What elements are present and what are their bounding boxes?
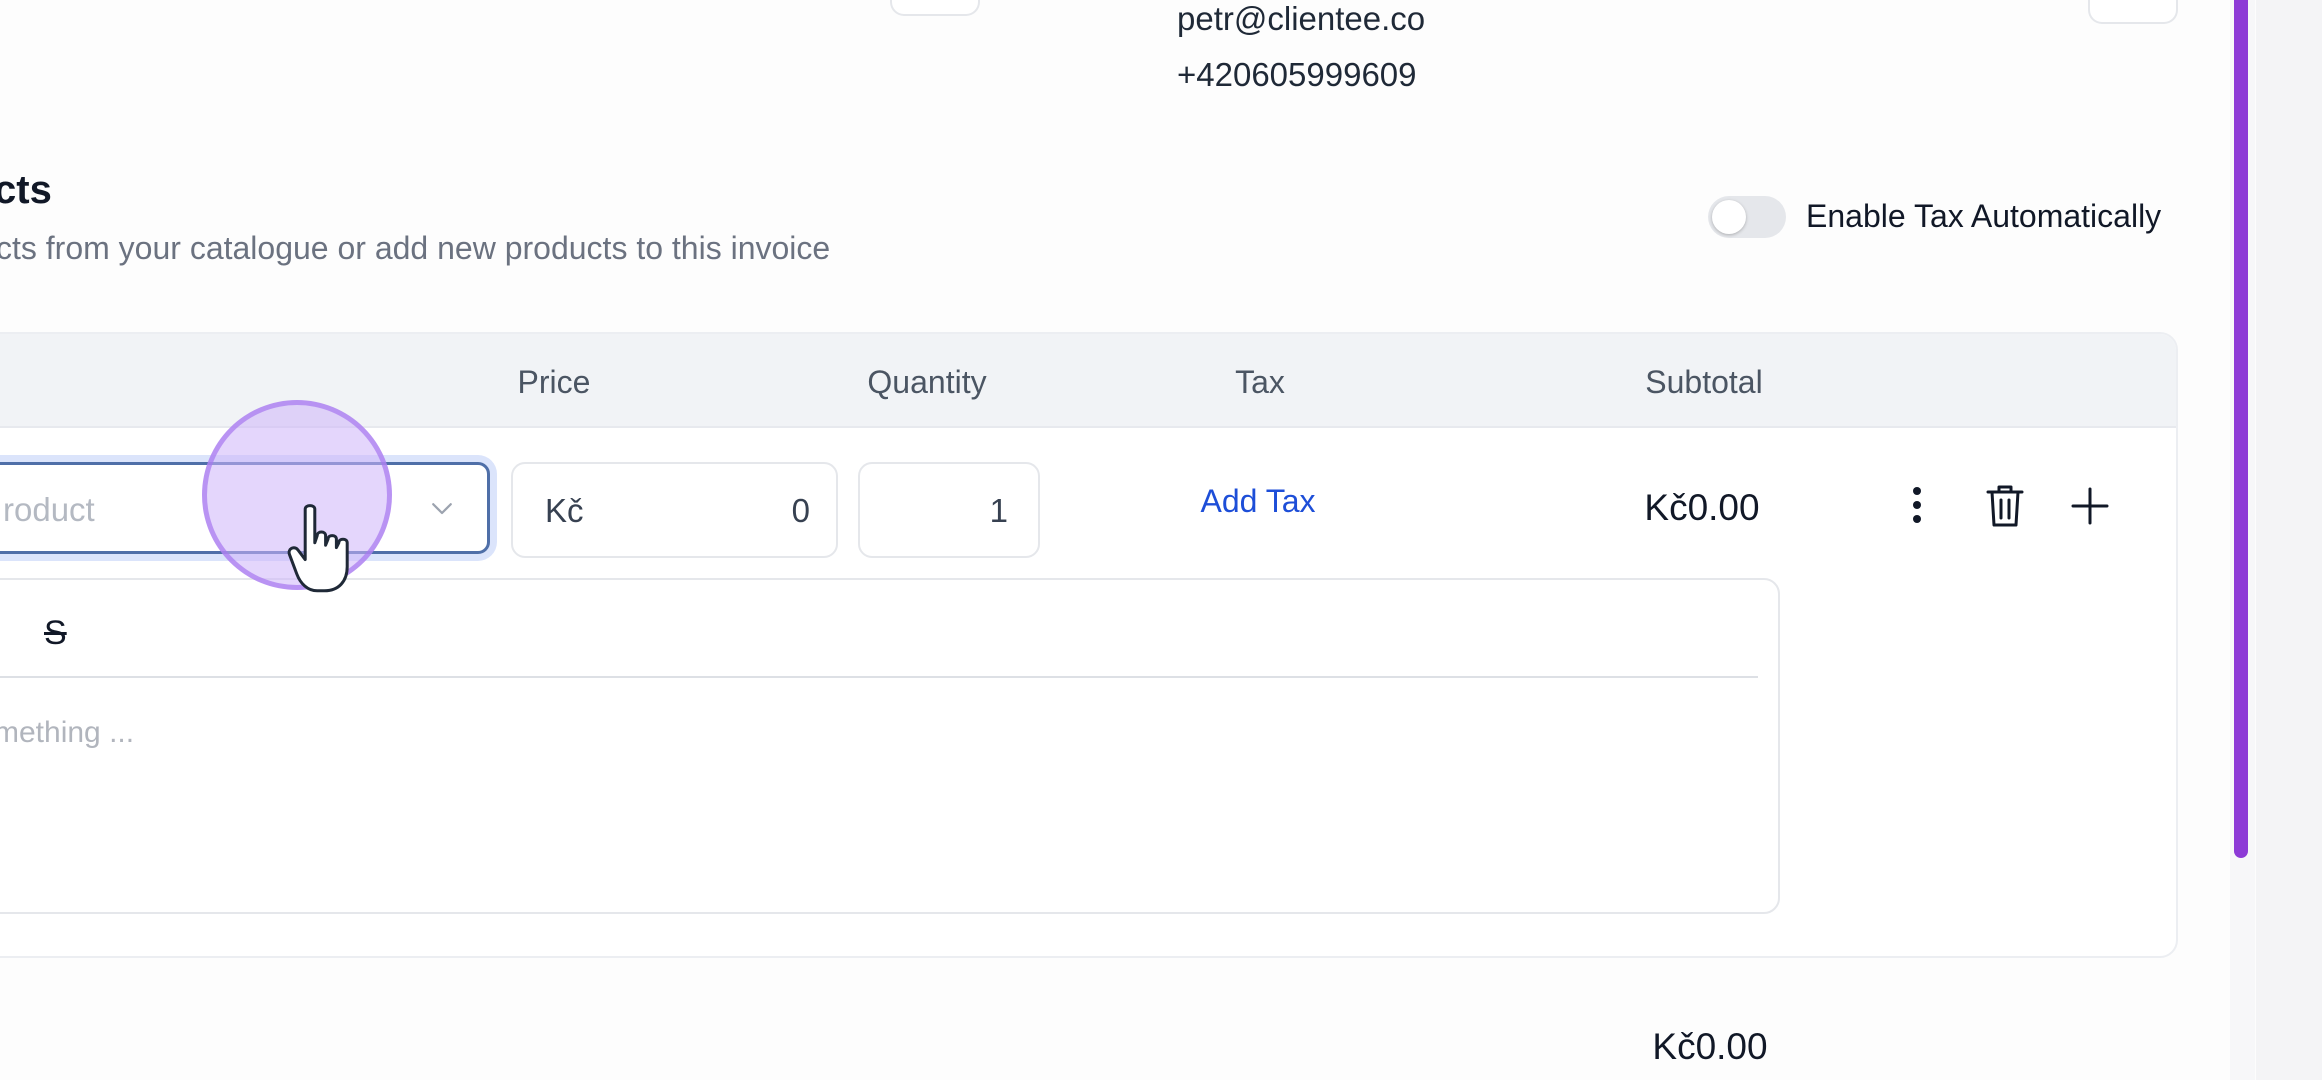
editor-placeholder: mething ... (0, 716, 135, 749)
description-editor[interactable]: I S (0, 578, 1780, 914)
column-quantity: Quantity (867, 364, 987, 400)
more-vertical-icon[interactable] (1892, 481, 1942, 531)
quantity-value: 1 (989, 492, 1008, 529)
add-tax-link[interactable]: Add Tax (1200, 483, 1315, 520)
column-tax: Tax (1235, 364, 1285, 400)
side-panel-edge (2256, 0, 2322, 1080)
enable-tax-toggle[interactable] (1708, 196, 1786, 238)
top-right-control[interactable] (2088, 0, 2178, 24)
client-email: petr@clientee.co (1177, 0, 1426, 37)
client-phone: +420605999609 (1177, 56, 1417, 93)
hand-cursor-icon (287, 504, 349, 593)
scrollbar-thumb[interactable] (2234, 0, 2248, 858)
toggle-knob (1712, 200, 1746, 234)
price-value: 0 (791, 492, 810, 529)
plus-icon[interactable] (2065, 481, 2115, 531)
product-select-placeholder: roduct (3, 491, 95, 528)
products-section-subtitle: cts from your catalogue or add new produ… (0, 230, 831, 266)
column-price: Price (517, 364, 591, 400)
strikethrough-icon[interactable]: S (44, 614, 67, 653)
quantity-input[interactable]: 1 (858, 462, 1040, 558)
products-section-title: cts (0, 168, 52, 212)
price-currency: Kč (545, 492, 584, 529)
trash-icon[interactable] (1980, 481, 2030, 531)
invoice-total: Kč0.00 (1652, 1026, 1768, 1067)
row-subtotal: Kč0.00 (1644, 487, 1760, 528)
price-input[interactable]: Kč 0 (511, 462, 838, 558)
column-subtotal: Subtotal (1645, 364, 1763, 400)
top-left-control[interactable] (890, 0, 980, 16)
editor-toolbar-divider (0, 676, 1758, 678)
chevron-down-icon (432, 503, 452, 515)
enable-tax-label: Enable Tax Automatically (1806, 198, 2162, 234)
